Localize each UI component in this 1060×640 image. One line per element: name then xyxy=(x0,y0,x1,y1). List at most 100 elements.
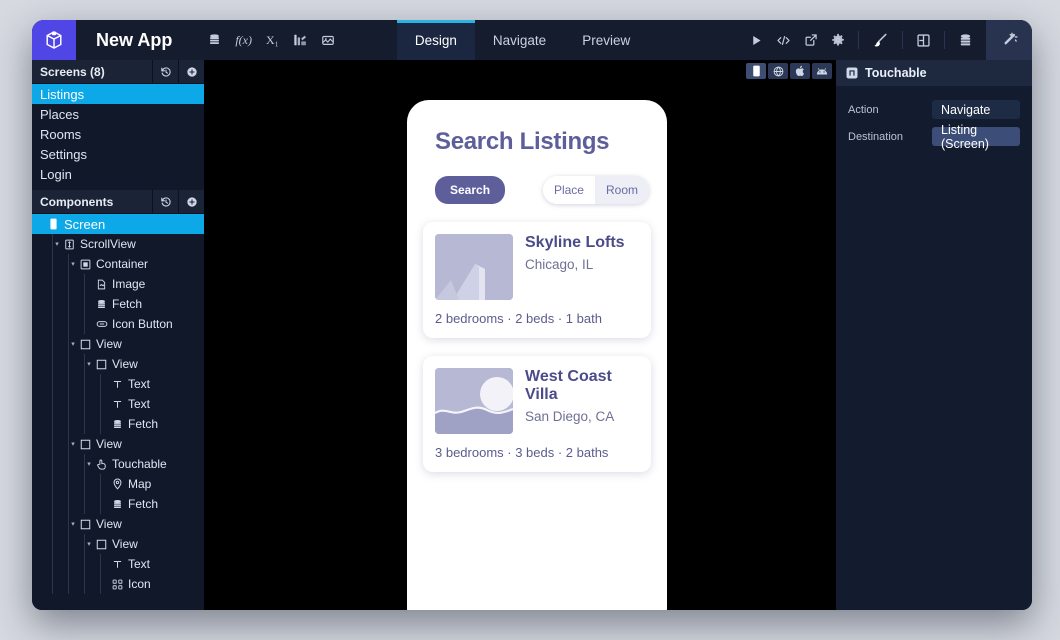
tree-caret-spacer: ▾ xyxy=(84,280,94,288)
gear-icon[interactable] xyxy=(831,20,845,60)
phone-preview-frame[interactable]: Search Listings Search Place Room xyxy=(407,100,667,610)
code-icon[interactable] xyxy=(776,20,791,60)
listing-card-text: Skyline Lofts Chicago, IL xyxy=(525,234,625,300)
layout-icon[interactable] xyxy=(916,20,931,60)
chevron-down-icon[interactable]: ▾ xyxy=(84,540,94,548)
database-icon[interactable] xyxy=(208,33,221,47)
function-icon[interactable]: f(x) xyxy=(235,33,252,48)
components-history-button[interactable] xyxy=(152,190,178,214)
tree-item-label: View xyxy=(93,437,122,451)
cube-logo-icon[interactable] xyxy=(32,20,76,60)
touchable-component-icon xyxy=(846,67,858,79)
search-button[interactable]: Search xyxy=(435,176,505,204)
tree-item-fetch[interactable]: ▾Fetch xyxy=(32,294,204,314)
chevron-down-icon[interactable]: ▾ xyxy=(68,260,78,268)
tree-item-text[interactable]: ▾Text xyxy=(32,374,204,394)
segment-room[interactable]: Room xyxy=(595,176,649,204)
segment-place[interactable]: Place xyxy=(543,176,595,204)
screen-label: Places xyxy=(40,107,79,122)
phone-device-icon[interactable] xyxy=(746,63,766,79)
tree-item-scrollview[interactable]: ▾ScrollView xyxy=(32,234,204,254)
tree-item-label: Screen xyxy=(61,217,105,232)
database-icon[interactable] xyxy=(958,20,973,60)
property-label: Destination xyxy=(848,131,932,143)
screens-add-button[interactable] xyxy=(178,60,204,84)
tree-item-text[interactable]: ▾Text xyxy=(32,394,204,414)
property-row-destination: Destination Listing (Screen) xyxy=(836,123,1032,150)
tree-indent-guide xyxy=(68,554,69,574)
inspector-panel: Touchable Action Navigate Destination Li… xyxy=(836,60,1032,610)
play-icon[interactable] xyxy=(750,20,763,60)
sidebar-item-places[interactable]: Places xyxy=(32,104,204,124)
screens-history-button[interactable] xyxy=(152,60,178,84)
share-icon[interactable] xyxy=(804,20,818,60)
mode-tabs: Design Navigate Preview xyxy=(397,20,648,60)
tree-item-fetch[interactable]: ▾Fetch xyxy=(32,414,204,434)
tree-item-view[interactable]: ▾View xyxy=(32,354,204,374)
icon-button-icon xyxy=(94,319,109,329)
view-icon xyxy=(78,339,93,350)
android-device-icon[interactable] xyxy=(812,63,832,79)
listing-name: West Coast Villa xyxy=(525,368,639,404)
tree-item-view[interactable]: ▾View xyxy=(32,534,204,554)
tree-item-view[interactable]: ▾ View xyxy=(32,434,204,454)
tab-preview[interactable]: Preview xyxy=(564,20,648,60)
tree-indent-guide xyxy=(68,374,69,394)
tree-item-view[interactable]: ▾View xyxy=(32,334,204,354)
components-add-button[interactable] xyxy=(178,190,204,214)
tree-item-icon-button[interactable]: ▾Icon Button xyxy=(32,314,204,334)
media-icon[interactable] xyxy=(321,33,335,47)
tree-indent-guide xyxy=(52,254,53,274)
chevron-down-icon[interactable]: ▾ xyxy=(84,360,94,368)
assets-icon[interactable] xyxy=(293,33,307,47)
fetch-icon xyxy=(110,419,125,430)
variable-icon[interactable]: X₁ xyxy=(266,33,279,48)
tree-item-text[interactable]: ▾Text xyxy=(32,554,204,574)
tree-item-icon[interactable]: ▾Icon xyxy=(32,574,204,594)
screen-icon xyxy=(46,218,61,230)
tab-preview-label: Preview xyxy=(582,33,630,48)
tree-indent-guide xyxy=(84,474,85,494)
tree-item-touchable[interactable]: ▾Touchable xyxy=(32,454,204,474)
sidebar-item-listings[interactable]: Listings xyxy=(32,84,204,104)
tree-item-screen[interactable]: ▾Screen xyxy=(32,214,204,234)
screen-label: Settings xyxy=(40,147,87,162)
tree-item-label: Fetch xyxy=(125,497,158,511)
text-icon xyxy=(110,379,125,390)
paintbrush-icon[interactable] xyxy=(872,20,889,60)
tree-item-map[interactable]: ▾Map xyxy=(32,474,204,494)
sidebar-item-settings[interactable]: Settings xyxy=(32,144,204,164)
apple-device-icon[interactable] xyxy=(790,63,810,79)
tree-item-image[interactable]: ▾Image xyxy=(32,274,204,294)
tree-item-view[interactable]: ▾View xyxy=(32,514,204,534)
tree-indent-guide xyxy=(68,454,69,474)
sidebar-item-login[interactable]: Login xyxy=(32,164,204,184)
design-canvas[interactable]: Search Listings Search Place Room xyxy=(204,60,836,610)
tree-caret-spacer: ▾ xyxy=(100,380,110,388)
chevron-down-icon[interactable]: ▾ xyxy=(68,440,78,448)
tree-item-fetch[interactable]: ▾Fetch xyxy=(32,494,204,514)
chevron-down-icon[interactable]: ▾ xyxy=(84,460,94,468)
skyline-thumbnail xyxy=(435,234,513,300)
tree-item-container[interactable]: ▾Container xyxy=(32,254,204,274)
magic-wand-icon[interactable] xyxy=(986,20,1032,60)
tab-design[interactable]: Design xyxy=(397,20,475,60)
action-value-field[interactable]: Navigate xyxy=(932,100,1020,119)
device-toggle-bar xyxy=(742,60,836,82)
destination-value-field[interactable]: Listing (Screen) xyxy=(932,127,1020,146)
web-device-icon[interactable] xyxy=(768,63,788,79)
listing-location: San Diego, CA xyxy=(525,404,639,424)
tree-indent-guide xyxy=(100,374,101,394)
icon-icon xyxy=(110,579,125,590)
app-title: New App xyxy=(76,20,186,60)
chevron-down-icon[interactable]: ▾ xyxy=(52,240,62,248)
listing-card[interactable]: Skyline Lofts Chicago, IL 2 bedrooms · 2… xyxy=(423,222,651,338)
property-row-action: Action Navigate xyxy=(836,96,1032,123)
chevron-down-icon[interactable]: ▾ xyxy=(68,340,78,348)
tree-indent-guide xyxy=(84,374,85,394)
chevron-down-icon[interactable]: ▾ xyxy=(68,520,78,528)
tree-indent-guide xyxy=(68,494,69,514)
listing-card[interactable]: West Coast Villa San Diego, CA 3 bedroom… xyxy=(423,356,651,472)
sidebar-item-rooms[interactable]: Rooms xyxy=(32,124,204,144)
tab-navigate[interactable]: Navigate xyxy=(475,20,564,60)
